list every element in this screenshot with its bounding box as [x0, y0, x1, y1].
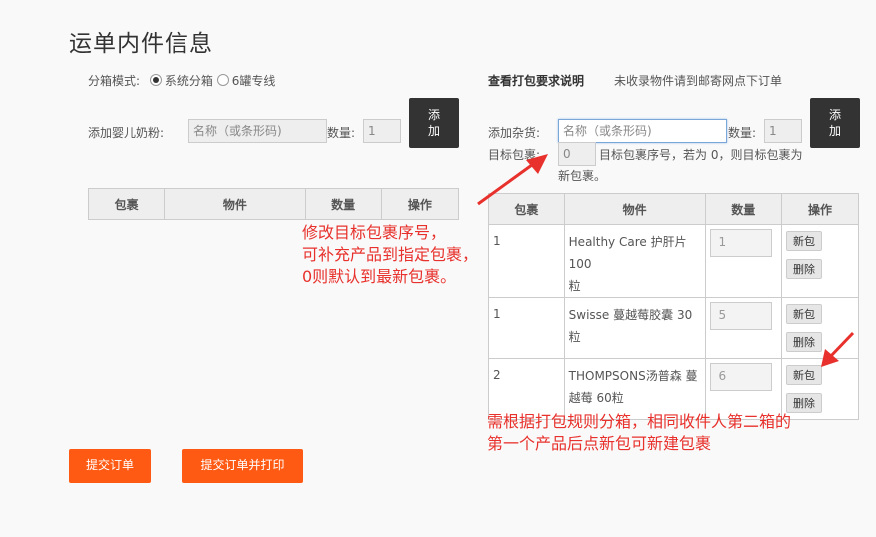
- row-item: Swisse 蔓越莓胶囊 30粒: [563, 297, 706, 359]
- delete-button[interactable]: 删除: [786, 259, 822, 279]
- col-action: 操作: [380, 188, 460, 220]
- misc-qty-label: 数量:: [728, 126, 757, 140]
- col-qty: 数量: [704, 193, 783, 225]
- submit-print-button[interactable]: 提交订单并打印: [182, 449, 303, 483]
- new-package-button[interactable]: 新包: [786, 231, 822, 251]
- misc-qty-input[interactable]: 1: [764, 119, 802, 143]
- misc-table: 包裹 物件 数量 操作 1 Healthy Care 护肝片 100 粒 1 新包…: [488, 193, 859, 420]
- new-package-button[interactable]: 新包: [786, 304, 822, 324]
- delete-button[interactable]: 删除: [786, 393, 822, 413]
- pack-rules-link[interactable]: 查看打包要求说明: [488, 72, 584, 89]
- row-qty-input[interactable]: 5: [709, 302, 772, 330]
- submit-order-button[interactable]: 提交订单: [69, 449, 151, 483]
- add-formula-label: 添加婴儿奶粉:: [88, 126, 165, 140]
- col-action: 操作: [781, 193, 859, 225]
- annotation-split-rule: 需根据打包规则分箱，相同收件人第二箱的 第一个产品后点新包可新建包裹: [487, 412, 792, 453]
- split-mode-row: 分箱模式: 系统分箱 6罐专线: [88, 72, 275, 89]
- formula-qty-label: 数量:: [327, 126, 356, 140]
- annotation-target-package: 修改目标包裹序号， 可补充产品到指定包裹， 0则默认到最新包裹。: [302, 223, 479, 286]
- add-formula-button[interactable]: 添 加: [409, 98, 459, 148]
- radio-system-split[interactable]: 系统分箱: [149, 74, 217, 88]
- row-qty-input[interactable]: 1: [709, 229, 772, 257]
- row-package: 1: [488, 224, 565, 298]
- unlisted-item-note: 未收录物件请到邮寄网点下订单: [614, 74, 783, 88]
- row-qty-cell: 1: [704, 224, 783, 298]
- radio-6can-line[interactable]: 6罐专线: [216, 74, 275, 88]
- formula-qty-input[interactable]: 1: [363, 119, 401, 143]
- target-package-hint: 目标包裹序号，若为 0，则目标包裹为: [599, 148, 803, 162]
- split-mode-label: 分箱模式:: [88, 74, 141, 88]
- row-qty-input[interactable]: 6: [709, 363, 772, 391]
- col-qty: 数量: [304, 188, 382, 220]
- arrow-icon: [821, 331, 855, 367]
- col-item: 物件: [164, 188, 306, 220]
- row-actions: 新包 删除: [781, 224, 859, 298]
- row-item: Healthy Care 护肝片 100 粒: [563, 224, 706, 298]
- add-misc-label: 添加杂货:: [488, 126, 541, 140]
- radio-unchecked-icon[interactable]: [216, 74, 229, 86]
- page-title: 运单内件信息: [69, 31, 213, 57]
- add-misc-button[interactable]: 添 加: [810, 98, 860, 148]
- arrow-icon: [477, 154, 548, 206]
- radio-checked-icon[interactable]: [149, 74, 162, 86]
- table-row: 1 Swisse 蔓越莓胶囊 30粒 5 新包 删除: [488, 297, 859, 359]
- row-package: 1: [488, 297, 565, 359]
- col-package: 包裹: [87, 188, 166, 220]
- formula-name-input[interactable]: 名称（或条形码): [188, 119, 327, 143]
- misc-name-input[interactable]: 名称（或条形码): [558, 119, 727, 143]
- row-qty-cell: 5: [704, 297, 783, 359]
- formula-table: 包裹 物件 数量 操作: [87, 188, 460, 220]
- table-row: 1 Healthy Care 护肝片 100 粒 1 新包 删除: [488, 224, 859, 298]
- col-item: 物件: [563, 193, 706, 225]
